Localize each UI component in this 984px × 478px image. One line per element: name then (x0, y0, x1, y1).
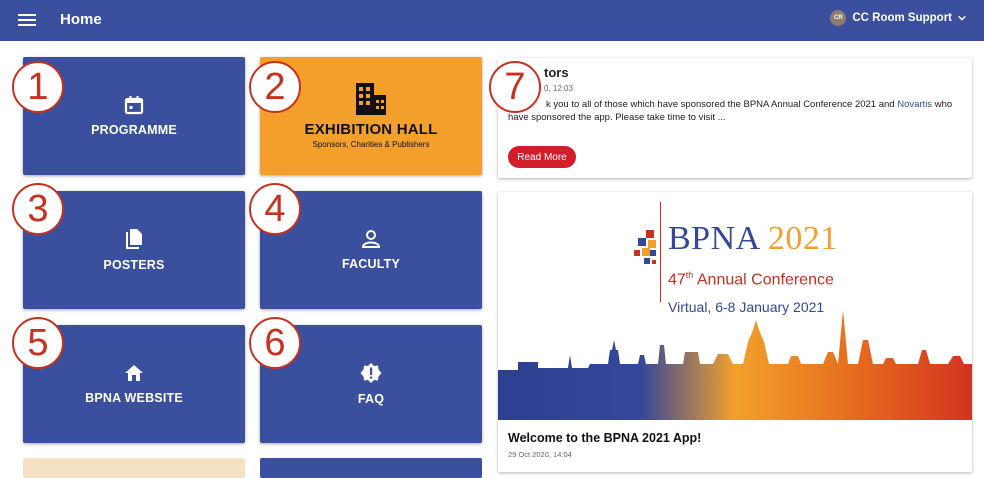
welcome-title: Welcome to the BPNA 2021 App! (508, 431, 702, 445)
person-icon (361, 230, 381, 248)
tile-label: PROGRAMME (91, 123, 177, 137)
number-badge: 7 (489, 61, 541, 113)
news-title: tors (544, 65, 569, 80)
calendar-icon (124, 96, 144, 115)
number-badge: 4 (249, 183, 301, 235)
tile-label: EXHIBITION HALL (304, 121, 438, 138)
partial-tile[interactable] (23, 458, 245, 478)
welcome-date: 29 Oct 2020, 14:04 (508, 450, 572, 459)
tile-label: BPNA WEBSITE (85, 391, 183, 405)
number-badge: 6 (249, 317, 301, 369)
banner-virtual-line: Virtual, 6-8 January 2021 (668, 299, 825, 315)
home-icon (125, 365, 143, 381)
page-title: Home (60, 11, 102, 28)
banner-divider (660, 202, 661, 302)
number-badge: 2 (249, 61, 301, 113)
tile-label: FACULTY (341, 257, 401, 271)
number-badge: 1 (12, 61, 64, 113)
document-icon (126, 229, 142, 249)
menu-icon[interactable] (18, 11, 36, 27)
number-badge: 5 (12, 317, 64, 369)
city-skyline-image (498, 310, 972, 420)
news-card-sponsors[interactable]: tors 0, 12:03 k you to all of those whic… (498, 58, 972, 178)
tile-sublabel: Sponsors, Charities & Publishers (312, 140, 430, 149)
tile-label: FAQ (357, 392, 385, 406)
top-app-bar: Home CR CC Room Support (0, 0, 984, 41)
read-more-button[interactable]: Read More (508, 146, 576, 168)
tile-label: POSTERS (103, 258, 165, 272)
alert-badge-icon (360, 363, 382, 383)
news-date: 0, 12:03 (544, 84, 573, 93)
banner-title: BPNA 2021 (668, 220, 838, 257)
partial-tile[interactable] (260, 458, 482, 478)
avatar: CR (830, 10, 847, 26)
bpna-logo-icon (634, 230, 656, 264)
news-body: k you to all of those which have sponsor… (508, 99, 953, 123)
novartis-link[interactable]: Novartis (897, 99, 932, 110)
building-icon (356, 83, 386, 115)
number-badge: 3 (12, 183, 64, 235)
user-menu-button[interactable]: CR CC Room Support (830, 10, 966, 26)
chevron-down-icon (958, 15, 966, 21)
banner-conference-line: 47th Annual Conference (668, 270, 834, 289)
user-name: CC Room Support (852, 12, 952, 24)
